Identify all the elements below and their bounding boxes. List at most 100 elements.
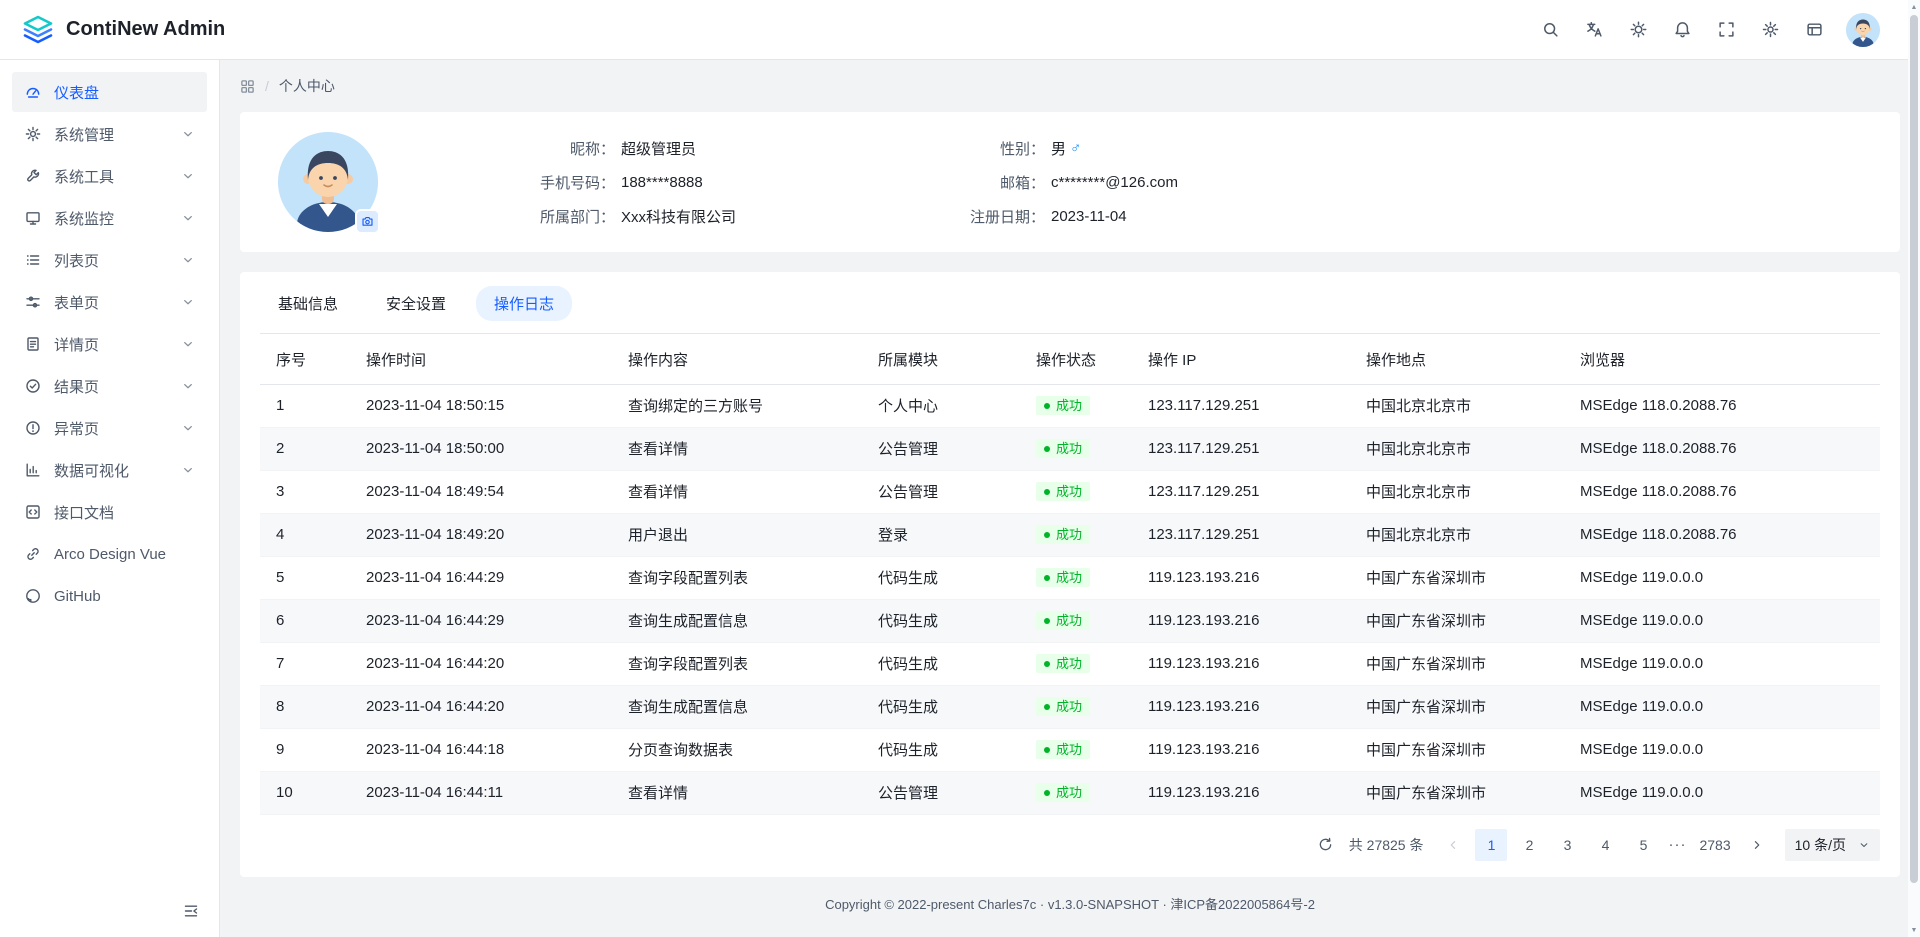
status-text: 成功	[1056, 528, 1082, 541]
cell-content: 查询生成配置信息	[612, 599, 862, 642]
sidebar-item-form-page[interactable]: 表单页	[12, 282, 207, 322]
cell-no: 10	[260, 771, 350, 814]
cell-location: 中国北京北京市	[1350, 513, 1564, 556]
cell-content: 查询字段配置列表	[612, 556, 862, 599]
cell-status: 成功	[1020, 427, 1132, 470]
sidebar-item-dashboard[interactable]: 仪表盘	[12, 72, 207, 112]
field-label: 邮箱：	[953, 172, 1045, 193]
info-circle-icon	[24, 420, 42, 436]
apps-grid-icon[interactable]	[240, 79, 255, 94]
fullscreen-icon[interactable]	[1708, 12, 1744, 48]
field-value: c********@126.com	[1051, 174, 1178, 191]
chevron-down-icon	[181, 463, 195, 477]
notifications-bell-icon[interactable]	[1664, 12, 1700, 48]
breadcrumb-current: 个人中心	[279, 76, 335, 96]
form-sliders-icon	[24, 294, 42, 310]
cell-location: 中国广东省深圳市	[1350, 599, 1564, 642]
sidebar-item-api-docs[interactable]: 接口文档	[12, 492, 207, 532]
col-header: 浏览器	[1564, 336, 1880, 384]
user-avatar[interactable]	[1846, 13, 1880, 47]
cell-content: 查询生成配置信息	[612, 685, 862, 728]
check-circle-icon	[24, 378, 42, 394]
cell-no: 9	[260, 728, 350, 771]
field-nickname: 昵称： 超级管理员	[523, 138, 953, 159]
field-gender: 性别： 男 ♂	[953, 138, 1383, 159]
cell-time: 2023-11-04 18:49:54	[350, 470, 612, 513]
profile-avatar[interactable]	[278, 132, 378, 232]
gender-value: 男	[1051, 138, 1066, 159]
vertical-scrollbar[interactable]: ▲ ▼	[1908, 0, 1920, 937]
cell-content: 查看详情	[612, 427, 862, 470]
tab-operation-log[interactable]: 操作日志	[476, 286, 572, 321]
sidebar-item-result-page[interactable]: 结果页	[12, 366, 207, 406]
layout-icon[interactable]	[1796, 12, 1832, 48]
refresh-icon[interactable]	[1311, 830, 1341, 860]
field-label: 性别：	[953, 138, 1045, 159]
status-text: 成功	[1056, 442, 1082, 455]
cell-ip: 119.123.193.216	[1132, 728, 1350, 771]
status-badge: 成功	[1036, 525, 1090, 544]
col-header: 操作内容	[612, 336, 862, 384]
scroll-down-icon[interactable]: ▼	[1908, 923, 1920, 937]
sidebar-item-system-management[interactable]: 系统管理	[12, 114, 207, 154]
sidebar-item-list-page[interactable]: 列表页	[12, 240, 207, 280]
prev-page-icon[interactable]	[1437, 829, 1469, 861]
continew-logo-icon	[22, 14, 54, 46]
cell-time: 2023-11-04 18:50:15	[350, 384, 612, 427]
status-text: 成功	[1056, 743, 1082, 756]
page-button-2[interactable]: 2	[1513, 829, 1545, 861]
sidebar-item-label: 系统监控	[54, 208, 114, 229]
page-size-select[interactable]: 10 条/页	[1785, 829, 1880, 861]
field-label: 注册日期：	[953, 206, 1045, 227]
cell-ip: 123.117.129.251	[1132, 513, 1350, 556]
change-avatar-camera-icon[interactable]	[355, 209, 380, 234]
sidebar-item-data-visualization[interactable]: 数据可视化	[12, 450, 207, 490]
status-text: 成功	[1056, 657, 1082, 670]
dashboard-gauge-icon	[24, 84, 42, 100]
cell-status: 成功	[1020, 685, 1132, 728]
sidebar-item-label: 系统工具	[54, 166, 114, 187]
cell-module: 代码生成	[862, 685, 1020, 728]
translate-icon[interactable]	[1576, 12, 1612, 48]
theme-light-icon[interactable]	[1620, 12, 1656, 48]
sidebar-item-system-monitor[interactable]: 系统监控	[12, 198, 207, 238]
cell-status: 成功	[1020, 771, 1132, 814]
page-button-5[interactable]: 5	[1627, 829, 1659, 861]
tab-basic-info[interactable]: 基础信息	[260, 286, 356, 321]
scrollbar-thumb[interactable]	[1910, 15, 1918, 883]
cell-location: 中国北京北京市	[1350, 384, 1564, 427]
sidebar-item-system-tools[interactable]: 系统工具	[12, 156, 207, 196]
table-row: 2 2023-11-04 18:50:00 查看详情 公告管理 成功 123.1…	[260, 427, 1880, 470]
bar-chart-icon	[24, 462, 42, 478]
sidebar-item-exception-page[interactable]: 异常页	[12, 408, 207, 448]
sidebar-item-label: 结果页	[54, 376, 99, 397]
field-value: 188****8888	[621, 174, 703, 191]
cell-location: 中国广东省深圳市	[1350, 556, 1564, 599]
pagination-ellipsis[interactable]: ···	[1665, 836, 1689, 853]
settings-gear-icon[interactable]	[1752, 12, 1788, 48]
next-page-icon[interactable]	[1741, 829, 1773, 861]
page-button-4[interactable]: 4	[1589, 829, 1621, 861]
sidebar-item-github[interactable]: GitHub	[12, 576, 207, 616]
cell-location: 中国广东省深圳市	[1350, 771, 1564, 814]
sidebar-item-label: 详情页	[54, 334, 99, 355]
app-brand[interactable]: ContiNew Admin	[22, 14, 225, 46]
page-button-last[interactable]: 2783	[1695, 829, 1734, 861]
search-icon[interactable]	[1532, 12, 1568, 48]
tab-security-settings[interactable]: 安全设置	[368, 286, 464, 321]
scroll-up-icon[interactable]: ▲	[1908, 0, 1920, 14]
cell-status: 成功	[1020, 470, 1132, 513]
status-dot-icon	[1044, 790, 1050, 796]
page-button-3[interactable]: 3	[1551, 829, 1583, 861]
cell-time: 2023-11-04 16:44:29	[350, 599, 612, 642]
sidebar-item-detail-page[interactable]: 详情页	[12, 324, 207, 364]
cell-browser: MSEdge 118.0.2088.76	[1564, 513, 1880, 556]
sidebar-item-arco-design-vue[interactable]: Arco Design Vue	[12, 534, 207, 574]
cell-time: 2023-11-04 18:49:20	[350, 513, 612, 556]
cell-location: 中国广东省深圳市	[1350, 728, 1564, 771]
field-value: 男 ♂	[1051, 138, 1081, 159]
menu-fold-icon[interactable]	[177, 897, 205, 925]
page-button-1[interactable]: 1	[1475, 829, 1507, 861]
monitor-icon	[24, 210, 42, 226]
cell-module: 公告管理	[862, 470, 1020, 513]
